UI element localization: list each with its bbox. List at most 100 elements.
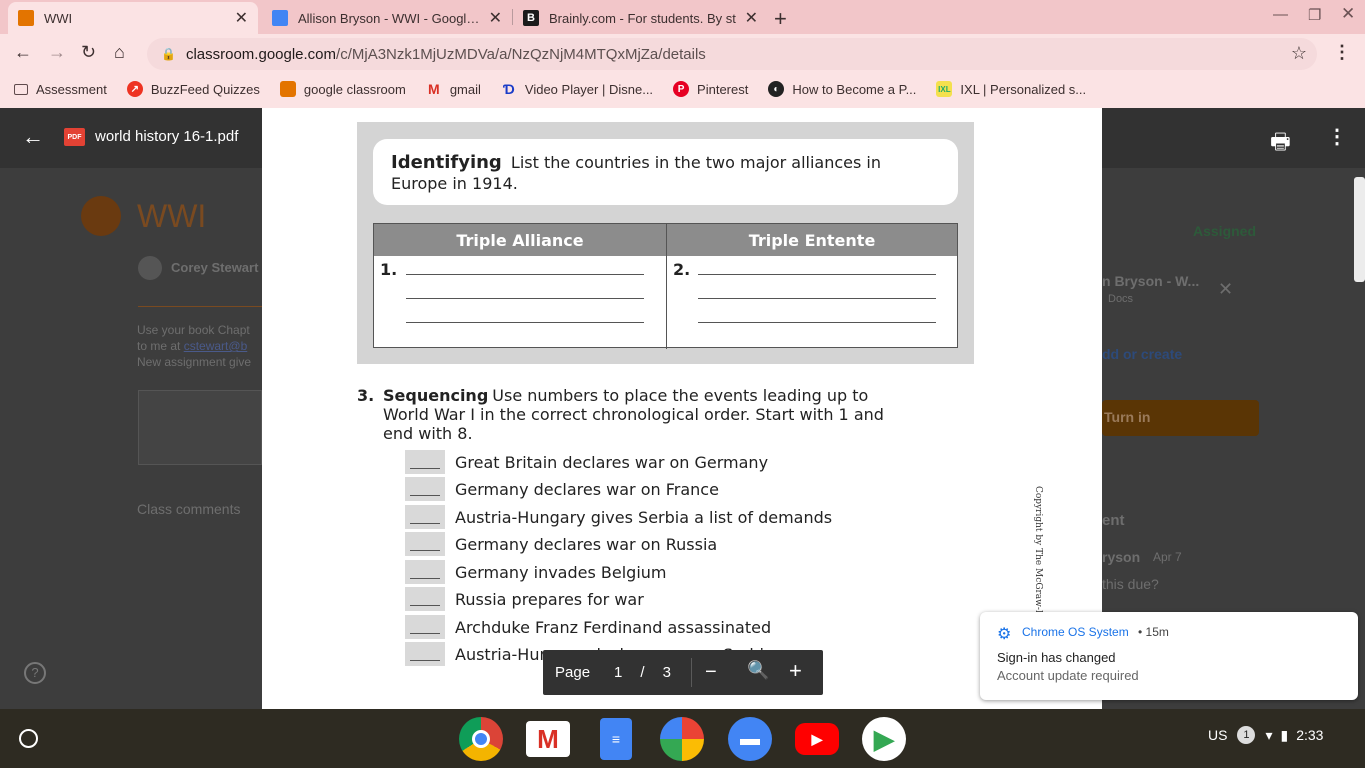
more-options-icon[interactable]: ⋮ bbox=[1327, 124, 1347, 149]
divider bbox=[138, 306, 262, 307]
battery-icon: ▮ bbox=[1280, 726, 1289, 743]
tab-brainly[interactable]: B Brainly.com - For students. By st ✕ bbox=[513, 2, 768, 34]
back-arrow-icon[interactable]: ← bbox=[22, 124, 44, 150]
zoom-out-icon[interactable]: − bbox=[705, 661, 717, 684]
description-line: New assignment give bbox=[137, 355, 252, 369]
bookmark-disney[interactable]: Ɗ Video Player | Disne... bbox=[501, 81, 653, 97]
forward-icon[interactable]: → bbox=[48, 42, 66, 63]
minimize-icon[interactable]: — bbox=[1273, 6, 1288, 23]
attachment-name[interactable]: n Bryson - W... bbox=[1102, 273, 1199, 289]
alliances-table: Triple Alliance Triple Entente 1. 2. bbox=[373, 223, 958, 349]
scrollbar[interactable] bbox=[1354, 177, 1365, 282]
order-blank bbox=[405, 615, 445, 639]
page-number-input[interactable]: 1 bbox=[614, 664, 622, 681]
answer-line bbox=[698, 274, 936, 275]
email-link[interactable]: cstewart@b bbox=[184, 339, 248, 353]
zoom-in-icon[interactable]: + bbox=[789, 658, 802, 684]
bookmark-buzzfeed[interactable]: ↗ BuzzFeed Quizzes bbox=[126, 81, 260, 97]
tab-google-doc[interactable]: Allison Bryson - WWI - Google Do ✕ bbox=[262, 2, 512, 34]
attachment-type: Docs bbox=[1108, 293, 1134, 305]
folder-icon bbox=[14, 83, 28, 95]
tab-strip: WWI ✕ Allison Bryson - WWI - Google Do ✕… bbox=[0, 0, 1365, 34]
bookmark-pinterest[interactable]: P Pinterest bbox=[673, 81, 748, 97]
attachment-thumbnail[interactable] bbox=[138, 390, 262, 465]
bookmark-star-icon[interactable]: ☆ bbox=[1291, 43, 1307, 64]
zoom-icon[interactable]: 🔍 bbox=[747, 660, 769, 681]
gmail-icon[interactable]: M bbox=[526, 721, 570, 757]
url-path: /c/MjA3Nzk1MjUzMDVa/a/NzQzNjM4MTQxMjZa/d… bbox=[336, 45, 706, 63]
order-blank bbox=[405, 505, 445, 529]
row-number: 2. bbox=[673, 260, 691, 279]
print-icon[interactable]: 🖶 bbox=[1270, 125, 1291, 163]
browser-chrome: WWI ✕ Allison Bryson - WWI - Google Do ✕… bbox=[0, 0, 1365, 108]
new-tab-button[interactable]: + bbox=[774, 6, 787, 32]
list-item: Germany declares war on France bbox=[405, 477, 865, 501]
lock-icon: 🔒 bbox=[161, 47, 176, 61]
notification-body: Account update required bbox=[997, 668, 1139, 683]
answer-line bbox=[698, 322, 936, 323]
ixl-icon: IXL bbox=[936, 81, 953, 97]
bookmark-google-classroom[interactable]: google classroom bbox=[279, 81, 406, 97]
close-tab-icon[interactable]: ✕ bbox=[489, 8, 502, 28]
add-or-create-button[interactable]: dd or create bbox=[1102, 346, 1182, 362]
status-tray[interactable]: US 1 ▾ ▮ 2:33 bbox=[1208, 726, 1323, 744]
page-label: Page bbox=[555, 664, 591, 681]
reload-icon[interactable]: ↻ bbox=[81, 42, 96, 63]
sequencing-prompt: 3. Sequencing Use numbers to place the ev… bbox=[357, 386, 897, 443]
bookmark-gmail[interactable]: Mgmail bbox=[426, 81, 481, 97]
close-tab-icon[interactable]: ✕ bbox=[745, 8, 758, 28]
tab-wwi[interactable]: WWI ✕ bbox=[8, 2, 258, 34]
pdf-file-name: world history 16-1.pdf bbox=[95, 128, 239, 145]
help-icon[interactable]: ? bbox=[24, 662, 46, 684]
brainly-icon: B bbox=[523, 10, 539, 26]
close-window-icon[interactable]: ✕ bbox=[1341, 4, 1355, 24]
close-tab-icon[interactable]: ✕ bbox=[235, 8, 248, 28]
teacher-name: Corey Stewart bbox=[171, 260, 259, 275]
chrome-icon[interactable] bbox=[459, 717, 503, 761]
bookmark-how-to-become[interactable]: ◐ How to Become a P... bbox=[768, 81, 916, 97]
chrome-menu-icon[interactable]: ⋮ bbox=[1333, 42, 1351, 63]
photos-icon[interactable] bbox=[660, 717, 704, 761]
class-comments-label[interactable]: Class comments bbox=[137, 501, 240, 517]
play-store-icon[interactable]: ▶ bbox=[862, 717, 906, 761]
docs-icon[interactable]: ≡ bbox=[600, 718, 632, 760]
list-item: Great Britain declares war on Germany bbox=[405, 450, 865, 474]
order-blank bbox=[405, 642, 445, 666]
order-blank bbox=[405, 450, 445, 474]
order-blank bbox=[405, 532, 445, 556]
comment-date: Apr 7 bbox=[1153, 550, 1182, 564]
youtube-icon[interactable]: ▶ bbox=[795, 723, 839, 755]
wifi-icon: ▾ bbox=[1265, 726, 1273, 743]
page-total: 3 bbox=[662, 664, 671, 681]
assigned-status: Assigned bbox=[1193, 223, 1257, 239]
back-icon[interactable]: ← bbox=[14, 42, 32, 63]
event-text: Germany invades Belgium bbox=[455, 562, 667, 582]
list-item: Russia prepares for war bbox=[405, 587, 865, 611]
order-blank bbox=[405, 477, 445, 501]
notification-count: 1 bbox=[1237, 726, 1256, 744]
docs-icon bbox=[272, 10, 288, 26]
remove-attachment-icon[interactable]: ✕ bbox=[1218, 279, 1233, 300]
address-bar[interactable]: 🔒 classroom.google.com/c/MjA3Nzk1MjUzMDV… bbox=[147, 38, 1317, 70]
event-text: Russia prepares for war bbox=[455, 589, 644, 609]
bookmark-assessment[interactable]: Assessment bbox=[14, 82, 107, 97]
system-notification[interactable]: ⚙ Chrome OS System • 15m Sign-in has cha… bbox=[980, 612, 1358, 700]
table-divider bbox=[666, 224, 667, 349]
restore-icon[interactable]: ❐ bbox=[1308, 6, 1321, 24]
notification-source: Chrome OS System bbox=[1022, 625, 1129, 639]
sequencing-instructions: Sequencing Use numbers to place the event… bbox=[383, 386, 897, 443]
question-number: 3. bbox=[357, 386, 375, 405]
event-text: Austria-Hungary gives Serbia a list of d… bbox=[455, 507, 833, 527]
copyright-notice: Copyright by The McGraw-Hill bbox=[1033, 486, 1043, 627]
private-comments-label: ent bbox=[1102, 512, 1125, 529]
home-icon[interactable]: ⌂ bbox=[114, 42, 125, 63]
turn-in-button[interactable]: Turn in bbox=[1102, 400, 1259, 436]
bookmark-ixl[interactable]: IXL IXL | Personalized s... bbox=[936, 81, 1086, 97]
list-item: Austria-Hungary gives Serbia a list of d… bbox=[405, 505, 865, 529]
disney-icon: Ɗ bbox=[503, 81, 515, 97]
triple-entente-header: Triple Entente bbox=[667, 224, 957, 256]
files-icon[interactable]: ▬ bbox=[728, 717, 772, 761]
answer-line bbox=[698, 298, 936, 299]
bookmarks-bar: Assessment ↗ BuzzFeed Quizzes google clas… bbox=[0, 76, 1365, 102]
launcher-icon[interactable] bbox=[19, 729, 38, 748]
